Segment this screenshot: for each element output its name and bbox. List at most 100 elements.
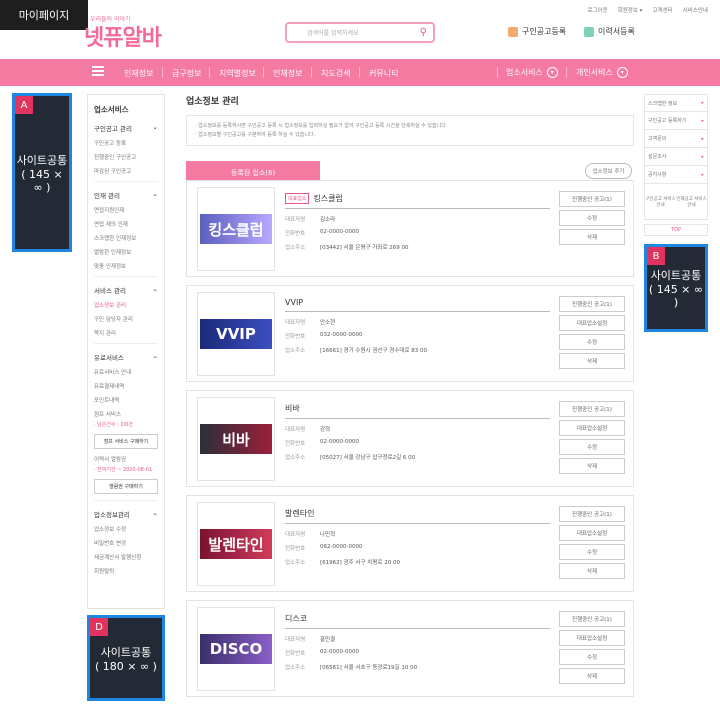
job-post-button[interactable]: 구인공고등록 <box>508 26 566 37</box>
jump-label: 점프 서비스 <box>94 412 122 418</box>
nav-item-1[interactable]: 인재정보 <box>124 68 153 79</box>
jump-buy-button[interactable]: 점프 서비스 구매하기 <box>94 434 158 449</box>
sidebar-item[interactable]: 면접지원인재 <box>94 206 158 214</box>
ad-title: 사이트공통 <box>100 645 152 659</box>
ad-banner-a[interactable]: A 사이트공통 ( 145 × ∞ ) <box>12 93 72 252</box>
nav-item-3[interactable]: 지역별정보 <box>219 68 256 79</box>
edit-button[interactable]: 수정 <box>559 544 625 560</box>
address-label: 업소주소 <box>285 665 306 671</box>
member-info-link[interactable]: 회원정보 ▾ <box>618 6 643 14</box>
sidebar-item[interactable]: 구인공고 등록 <box>94 139 158 147</box>
address-label: 업소주소 <box>285 455 306 461</box>
business-thumbnail: DISCO <box>197 607 275 691</box>
sidebar-item[interactable]: 쪽지 관리 <box>94 329 158 337</box>
right-item[interactable]: 고객문의 ▸ <box>644 130 708 148</box>
sidebar-section-paid[interactable]: 유료서비스 ⌄ <box>94 352 158 362</box>
rep-label: 대표자명 <box>285 320 306 326</box>
sidebar-item[interactable]: 면접 제의 인재 <box>94 220 158 228</box>
sidebar-item[interactable]: 마감된 구인공고 <box>94 167 158 175</box>
ad-banner-b[interactable]: B 사이트공통 ( 145 × ∞ ) <box>644 244 708 332</box>
ongoing-posts-button[interactable]: 진행중인 공고(1) <box>559 611 625 627</box>
search-input[interactable]: 검색어를 입력하세요 <box>293 28 420 37</box>
phone-value: 02-0000-0000 <box>320 229 359 235</box>
ongoing-posts-button[interactable]: 진행중인 공고(1) <box>559 296 625 312</box>
business-thumbnail: 킹스클럽 <box>197 187 275 271</box>
resume-label: 이력서등록 <box>598 27 635 36</box>
ongoing-posts-button[interactable]: 진행중인 공고(1) <box>559 191 625 207</box>
sidebar-item[interactable]: 스크랩한 인재정보 <box>94 234 158 242</box>
delete-button[interactable]: 삭제 <box>559 229 625 245</box>
edit-button[interactable]: 수정 <box>559 649 625 665</box>
job-guide-link[interactable]: 구인공고 서비스안내 <box>645 196 676 208</box>
search-box[interactable]: 검색어를 입력하세요 ⚲ <box>285 22 435 43</box>
nav-item-4[interactable]: 인재정보 <box>273 68 302 79</box>
business-name: 킹스클럽 <box>313 194 343 203</box>
set-representative-button[interactable]: 대표업소설정 <box>559 315 625 331</box>
top-button[interactable]: TOP <box>644 224 708 236</box>
jump-remaining: · 남은건수 : 0회건 <box>94 422 133 428</box>
ad-title: 사이트공통 <box>650 269 702 282</box>
sidebar-item[interactable]: 유료결제내역 <box>94 382 158 390</box>
set-representative-button[interactable]: 대표업소설정 <box>559 525 625 541</box>
customer-center-link[interactable]: 고객센터 <box>652 6 672 14</box>
address-value: [06561] 서울 서초구 동광로19길 10 00 <box>320 665 418 671</box>
right-item[interactable]: 스크랩한 정보 ▸ <box>644 94 708 112</box>
read-buy-button[interactable]: 열람권 구매하기 <box>94 479 158 494</box>
set-representative-button[interactable]: 대표업소설정 <box>559 630 625 646</box>
sidebar-item-active[interactable]: 업소정보 관리 <box>94 301 158 309</box>
sidebar-item[interactable]: 포인트내역 <box>94 396 158 404</box>
edit-button[interactable]: 수정 <box>559 210 625 226</box>
nav-item-2[interactable]: 급구정보 <box>172 68 201 79</box>
add-business-button[interactable]: 업소정보 추가 <box>585 163 632 179</box>
sidebar-item[interactable]: 구인 담당자 관리 <box>94 315 158 323</box>
sidebar-item[interactable]: 회원탈퇴 <box>94 567 158 575</box>
personal-service-menu[interactable]: 개인서비스 ▾ <box>576 67 628 78</box>
service-guide-link[interactable]: 서비스안내 <box>683 6 708 14</box>
business-card: 비바 비바 대표자명 강혁 전화번호 02-0000-0000 업소주소 [05027] 서울… <box>186 390 634 487</box>
card-buttons: 진행중인 공고(1) 대표업소설정수정삭제 <box>559 611 625 687</box>
sidebar-section-talent[interactable]: 인재 관리 ⌄ <box>94 190 158 200</box>
delete-button[interactable]: 삭제 <box>559 353 625 369</box>
sidebar-item[interactable]: 세금계산서 발행신청 <box>94 553 158 561</box>
delete-button[interactable]: 삭제 <box>559 563 625 579</box>
sidebar-section-info[interactable]: 업소정보관리 ⌄ <box>94 509 158 519</box>
sidebar-item[interactable]: 비밀번호 변경 <box>94 539 158 547</box>
rep-value: 강혁 <box>320 427 331 433</box>
site-logo[interactable]: 우리들의 이야기 넷퓨알바 <box>84 14 174 51</box>
search-icon[interactable]: ⚲ <box>420 27 427 38</box>
nav-item-5[interactable]: 지도검색 <box>321 68 350 79</box>
sidebar-item[interactable]: 유료서비스 안내 <box>94 368 158 376</box>
sidebar-item[interactable]: 진행중인 구인공고 <box>94 153 158 161</box>
menu-icon[interactable] <box>92 66 104 77</box>
logout-link[interactable]: 로그아웃 <box>587 6 607 14</box>
ad-banner-d[interactable]: D 사이트공통 ( 180 × ∞ ) <box>87 615 165 701</box>
business-card: VVIP VVIP 대표자명 안소현 전화번호 032-0000-0000 업소주소 [166… <box>186 285 634 382</box>
business-name: 비바 <box>285 404 300 413</box>
sidebar-item[interactable]: 업소정보 수정 <box>94 525 158 533</box>
right-item[interactable]: 공지사항 ▸ <box>644 166 708 184</box>
left-sidebar: 업소서비스 구인공고 관리 ⌄ 구인공고 등록 진행중인 구인공고 마감된 구인공… <box>87 94 165 609</box>
business-service-menu[interactable]: 업소서비스 ▾ <box>506 67 558 78</box>
ongoing-posts-button[interactable]: 진행중인 공고(1) <box>559 401 625 417</box>
job-post-label: 구인공고등록 <box>522 27 567 36</box>
set-representative-button[interactable]: 대표업소설정 <box>559 420 625 436</box>
right-item[interactable]: 설문조사 ▸ <box>644 148 708 166</box>
rep-value: 안소현 <box>320 320 336 326</box>
delete-button[interactable]: 삭제 <box>559 668 625 684</box>
ad-title: 사이트공통 <box>16 153 68 167</box>
sidebar-section-service[interactable]: 서비스 관리 ⌄ <box>94 285 158 295</box>
ongoing-posts-button[interactable]: 진행중인 공고(1) <box>559 506 625 522</box>
notice-box: · 업소정보를 등록하시면 구인공고 등록 시 업소정보를 입력하실 필요가 없… <box>186 115 634 146</box>
right-item[interactable]: 구인공고 등록하기 ▸ <box>644 112 708 130</box>
business-banner: DISCO <box>200 634 272 664</box>
sidebar-item[interactable]: 열람한 인재정보 <box>94 248 158 256</box>
talent-guide-link[interactable]: 인재공고 서비스안내 <box>676 196 707 208</box>
nav-item-6[interactable]: 커뮤니티 <box>369 68 398 79</box>
delete-button[interactable]: 삭제 <box>559 458 625 474</box>
business-list: 킹스클럽 대표업소 킹스클럽 대표자명 김소라 전화번호 02-0000-0000 업소주소[… <box>186 180 634 700</box>
edit-button[interactable]: 수정 <box>559 334 625 350</box>
edit-button[interactable]: 수정 <box>559 439 625 455</box>
resume-button[interactable]: 이력서등록 <box>584 26 635 37</box>
sidebar-item[interactable]: 맞춤 인재정보 <box>94 262 158 270</box>
sidebar-section-job[interactable]: 구인공고 관리 ⌄ <box>94 123 158 133</box>
